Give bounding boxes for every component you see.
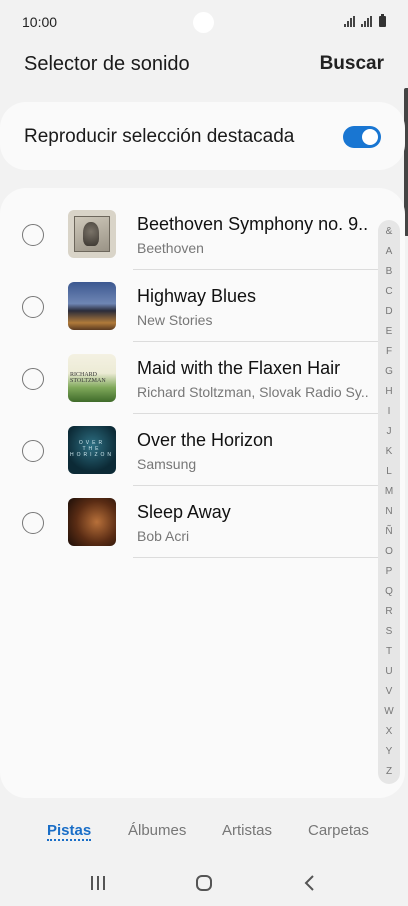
index-letter[interactable]: J — [378, 426, 400, 437]
index-letter[interactable]: A — [378, 246, 400, 257]
index-letter[interactable]: X — [378, 726, 400, 737]
track-artist: Richard Stoltzman, Slovak Radio Sy.. — [137, 384, 369, 400]
index-letter[interactable]: B — [378, 266, 400, 277]
index-letter[interactable]: R — [378, 606, 400, 617]
index-letter[interactable]: H — [378, 386, 400, 397]
index-letter[interactable]: T — [378, 646, 400, 657]
page-title: Selector de sonido — [24, 53, 190, 75]
richard-stoltzman-thumbnail: RICHARD STOLTZMAN — [68, 354, 116, 402]
track-title: Beethoven Symphony no. 9.. — [137, 214, 369, 234]
highway-blues-thumbnail — [68, 282, 116, 330]
thumbnail-text: OVER THE HORIZON — [69, 440, 115, 458]
track-artist: Samsung — [137, 456, 197, 472]
list-item[interactable]: Beethoven Symphony no. 9.. Beethoven — [0, 198, 380, 270]
recent-apps-icon — [91, 876, 105, 890]
index-letter[interactable]: M — [378, 486, 400, 497]
app-header: Selector de sonido Buscar — [0, 44, 408, 84]
index-letter[interactable]: G — [378, 366, 400, 377]
recent-apps-button[interactable] — [83, 870, 113, 896]
index-letter[interactable]: L — [378, 466, 400, 477]
index-letter[interactable]: Y — [378, 746, 400, 757]
toggle-knob — [362, 129, 378, 145]
index-letter[interactable]: V — [378, 686, 400, 697]
track-artist: Beethoven — [137, 240, 204, 256]
beethoven-portrait-thumbnail — [68, 210, 116, 258]
track-artist: Bob Acri — [137, 528, 190, 544]
track-artist: New Stories — [137, 312, 213, 328]
index-letter[interactable]: S — [378, 626, 400, 637]
index-letter[interactable]: E — [378, 326, 400, 337]
index-letter[interactable]: Ñ — [378, 526, 400, 537]
back-button[interactable] — [295, 870, 325, 896]
index-letter[interactable]: & — [378, 226, 400, 237]
list-item[interactable]: Highway Blues New Stories — [0, 270, 380, 342]
highlight-toggle[interactable] — [343, 126, 381, 148]
index-letter[interactable]: W — [378, 706, 400, 717]
track-list: Beethoven Symphony no. 9.. Beethoven Hig… — [0, 188, 405, 798]
index-letter[interactable]: K — [378, 446, 400, 457]
index-letter[interactable]: Z — [378, 766, 400, 777]
home-icon — [196, 875, 212, 891]
index-letter[interactable]: D — [378, 306, 400, 317]
list-item[interactable]: Sleep Away Bob Acri — [0, 486, 380, 558]
alphabet-index-scroller[interactable]: & A B C D E F G H I J K L M N Ñ O P Q R S T U V W X Y Z — [378, 220, 400, 784]
status-bar: 10:00 — [0, 0, 408, 44]
search-button[interactable]: Buscar — [320, 53, 384, 75]
radio-button[interactable] — [22, 296, 44, 318]
list-item[interactable]: OVER THE HORIZON Over the Horizon Samsun… — [0, 414, 380, 486]
track-title: Over the Horizon — [137, 430, 274, 450]
status-icons — [344, 14, 386, 27]
tab-carpetas[interactable]: Carpetas — [308, 822, 369, 839]
radio-button[interactable] — [22, 368, 44, 390]
highlight-label: Reproducir selección destacada — [24, 126, 295, 147]
sleep-away-thumbnail — [68, 498, 116, 546]
active-tab-indicator — [47, 839, 91, 841]
index-letter[interactable]: C — [378, 286, 400, 297]
divider — [133, 557, 378, 558]
over-the-horizon-thumbnail: OVER THE HORIZON — [68, 426, 116, 474]
back-icon — [304, 875, 314, 891]
index-letter[interactable]: U — [378, 666, 400, 677]
system-navigation-bar — [0, 860, 408, 906]
status-time: 10:00 — [22, 14, 58, 30]
track-title: Sleep Away — [137, 502, 231, 522]
tab-pistas[interactable]: Pistas — [47, 822, 91, 839]
radio-button[interactable] — [22, 512, 44, 534]
radio-button[interactable] — [22, 224, 44, 246]
front-camera — [193, 12, 214, 33]
home-button[interactable] — [189, 870, 219, 896]
signal-icon-2 — [361, 16, 372, 27]
tab-albumes[interactable]: Álbumes — [128, 822, 186, 839]
index-letter[interactable]: Q — [378, 586, 400, 597]
index-letter[interactable]: I — [378, 406, 400, 417]
battery-icon — [379, 14, 386, 27]
tab-artistas[interactable]: Artistas — [222, 822, 272, 839]
highlight-setting-card[interactable]: Reproducir selección destacada — [0, 102, 405, 170]
radio-button[interactable] — [22, 440, 44, 462]
index-letter[interactable]: O — [378, 546, 400, 557]
index-letter[interactable]: P — [378, 566, 400, 577]
index-letter[interactable]: N — [378, 506, 400, 517]
thumbnail-text: RICHARD STOLTZMAN — [70, 372, 106, 384]
bottom-tabs: Pistas Álbumes Artistas Carpetas — [0, 818, 408, 848]
signal-icon — [344, 16, 355, 27]
list-item[interactable]: RICHARD STOLTZMAN Maid with the Flaxen H… — [0, 342, 380, 414]
track-title: Maid with the Flaxen Hair — [137, 358, 341, 378]
index-letter[interactable]: F — [378, 346, 400, 357]
track-title: Highway Blues — [137, 286, 257, 306]
